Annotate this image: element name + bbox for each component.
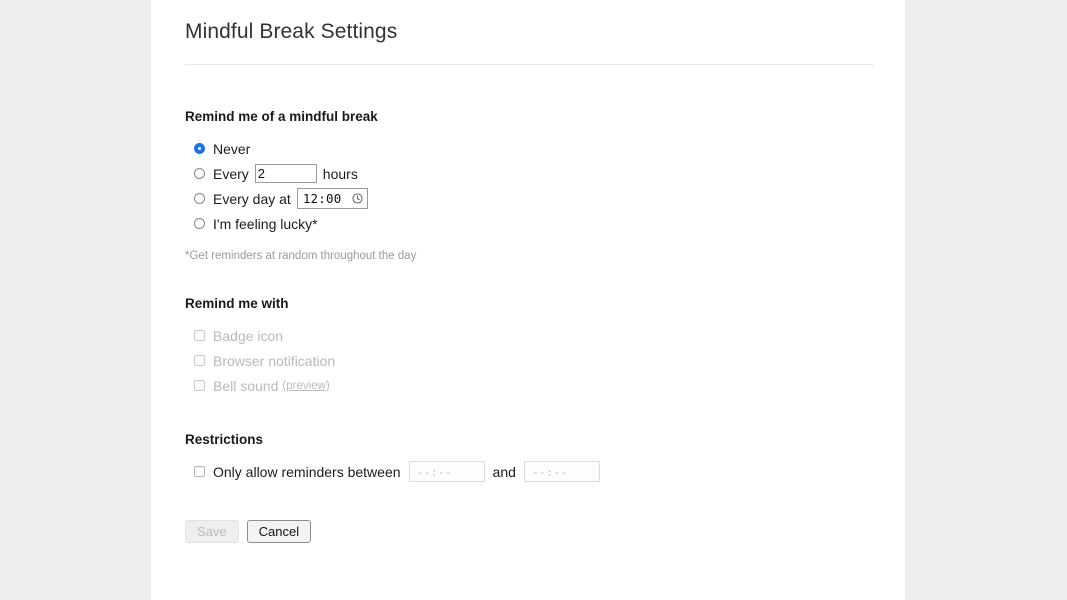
- reminder-footnote: *Get reminders at random throughout the …: [185, 250, 417, 262]
- radio-never[interactable]: [194, 143, 205, 154]
- option-label-every: Every: [213, 165, 249, 182]
- page-title: Mindful Break Settings: [185, 20, 398, 43]
- remind-with-section-heading: Remind me with: [185, 296, 289, 311]
- option-label-badge-icon: Badge icon: [213, 327, 284, 344]
- radio-feeling-lucky[interactable]: [194, 218, 205, 229]
- checkbox-only-allow-between[interactable]: [194, 466, 205, 477]
- option-label-browser-notification: Browser notification: [213, 352, 336, 369]
- cancel-button[interactable]: Cancel: [246, 520, 312, 543]
- clock-icon[interactable]: [352, 193, 364, 204]
- option-label-every-day-at: Every day at: [213, 190, 291, 207]
- reminder-section: Remind me of a mindful break Never Every…: [185, 109, 871, 262]
- reminder-section-heading: Remind me of a mindful break: [185, 109, 378, 124]
- option-row-allow-between[interactable]: Only allow reminders between --:-- and -…: [194, 459, 871, 484]
- option-label-feeling-lucky: I'm feeling lucky*: [213, 215, 318, 232]
- option-row-never[interactable]: Never: [194, 136, 871, 161]
- restrictions-section-heading: Restrictions: [185, 432, 264, 447]
- restrictions-options: Only allow reminders between --:-- and -…: [185, 459, 871, 484]
- reminder-options: Never Every hours Every day at 12:00: [185, 136, 871, 236]
- restriction-conjunction: and: [492, 463, 516, 480]
- settings-panel: Mindful Break Settings Remind me of a mi…: [151, 0, 905, 600]
- option-label-never: Never: [213, 140, 251, 157]
- radio-every-day-at[interactable]: [194, 193, 205, 204]
- remind-with-section: Remind me with Badge icon Browser notifi…: [185, 296, 871, 398]
- option-suffix-hours: hours: [322, 165, 358, 182]
- restriction-start-time-placeholder: --:--: [416, 464, 453, 479]
- option-row-feeling-lucky[interactable]: I'm feeling lucky*: [194, 211, 871, 236]
- panel-content: Mindful Break Settings Remind me of a mi…: [151, 0, 905, 543]
- save-button[interactable]: Save: [185, 520, 239, 543]
- option-row-bell-sound: Bell sound (preview): [194, 373, 871, 398]
- remind-with-options: Badge icon Browser notification Bell sou…: [185, 323, 871, 398]
- bell-sound-preview-link[interactable]: (preview): [282, 380, 329, 392]
- option-row-every-hours[interactable]: Every hours: [194, 161, 871, 186]
- checkbox-badge-icon: [194, 330, 205, 341]
- option-label-bell-sound: Bell sound: [213, 377, 279, 394]
- daily-time-value: 12:00: [302, 191, 342, 206]
- restrictions-section: Restrictions Only allow reminders betwee…: [185, 432, 871, 484]
- radio-every-hours[interactable]: [194, 168, 205, 179]
- form-actions: Save Cancel: [185, 520, 871, 543]
- hours-interval-input[interactable]: [254, 164, 317, 183]
- option-row-badge-icon: Badge icon: [194, 323, 871, 348]
- option-row-browser-notification: Browser notification: [194, 348, 871, 373]
- checkbox-bell-sound: [194, 380, 205, 391]
- option-label-only-allow-between: Only allow reminders between: [213, 463, 401, 480]
- option-row-every-day-at[interactable]: Every day at 12:00: [194, 186, 871, 211]
- restriction-end-time-placeholder: --:--: [531, 464, 568, 479]
- checkbox-browser-notification: [194, 355, 205, 366]
- restriction-end-time-input[interactable]: --:--: [523, 461, 600, 482]
- daily-time-input[interactable]: 12:00: [296, 188, 369, 209]
- title-divider: [185, 64, 874, 65]
- page-root: Mindful Break Settings Remind me of a mi…: [0, 0, 1067, 600]
- restriction-start-time-input[interactable]: --:--: [408, 461, 485, 482]
